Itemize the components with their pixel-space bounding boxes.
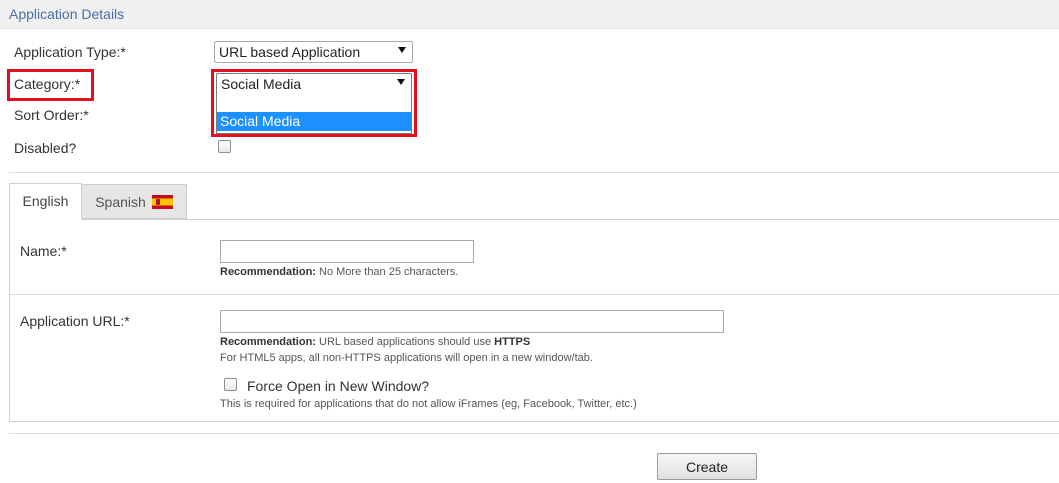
- url-hint-line2: For HTML5 apps, all non-HTTPS applicatio…: [220, 352, 593, 364]
- divider: [10, 294, 1059, 295]
- tab-spanish-label: Spanish: [95, 194, 146, 210]
- category-option-empty[interactable]: [217, 94, 411, 113]
- application-type-label: Application Type:*: [14, 44, 126, 60]
- category-option-social-media[interactable]: Social Media: [217, 112, 411, 131]
- category-value: Social Media: [221, 76, 302, 92]
- url-hint-https: HTTPS: [494, 336, 531, 348]
- url-hint-bold: Recommendation:: [220, 336, 316, 348]
- category-select[interactable]: Social Media: [216, 73, 412, 95]
- force-open-hint: This is required for applications that d…: [220, 398, 637, 410]
- category-label: Category:*: [14, 76, 81, 92]
- category-dropdown-list: Social Media: [216, 94, 412, 134]
- divider: [9, 433, 1059, 434]
- spain-flag-icon: [151, 195, 173, 209]
- disabled-label: Disabled?: [14, 140, 77, 156]
- tab-english[interactable]: English: [9, 183, 82, 220]
- chevron-down-icon: [398, 47, 406, 53]
- name-hint: Recommendation: No More than 25 characte…: [220, 266, 458, 278]
- name-input[interactable]: [220, 240, 474, 263]
- tab-spanish[interactable]: Spanish: [82, 184, 187, 219]
- name-hint-text: No More than 25 characters.: [315, 266, 459, 278]
- divider: [9, 172, 1059, 173]
- name-label: Name:*: [20, 243, 67, 259]
- chevron-down-icon: [397, 79, 405, 85]
- disabled-checkbox[interactable]: [218, 140, 231, 153]
- force-open-checkbox[interactable]: [224, 378, 237, 391]
- application-url-label: Application URL:*: [20, 313, 130, 329]
- tab-english-label: English: [22, 193, 69, 209]
- create-button[interactable]: Create: [657, 453, 757, 480]
- force-open-label: Force Open in New Window?: [247, 378, 430, 394]
- url-hint-text: URL based applications should use: [315, 336, 495, 348]
- section-header: Application Details: [0, 0, 1059, 29]
- application-url-input[interactable]: [220, 310, 724, 333]
- sort-order-label: Sort Order:*: [14, 107, 89, 123]
- application-type-select[interactable]: URL based Application: [214, 41, 413, 63]
- url-hint: Recommendation: URL based applications s…: [220, 336, 530, 348]
- name-hint-bold: Recommendation:: [220, 266, 316, 278]
- application-type-value: URL based Application: [219, 44, 361, 60]
- section-title: Application Details: [9, 6, 125, 22]
